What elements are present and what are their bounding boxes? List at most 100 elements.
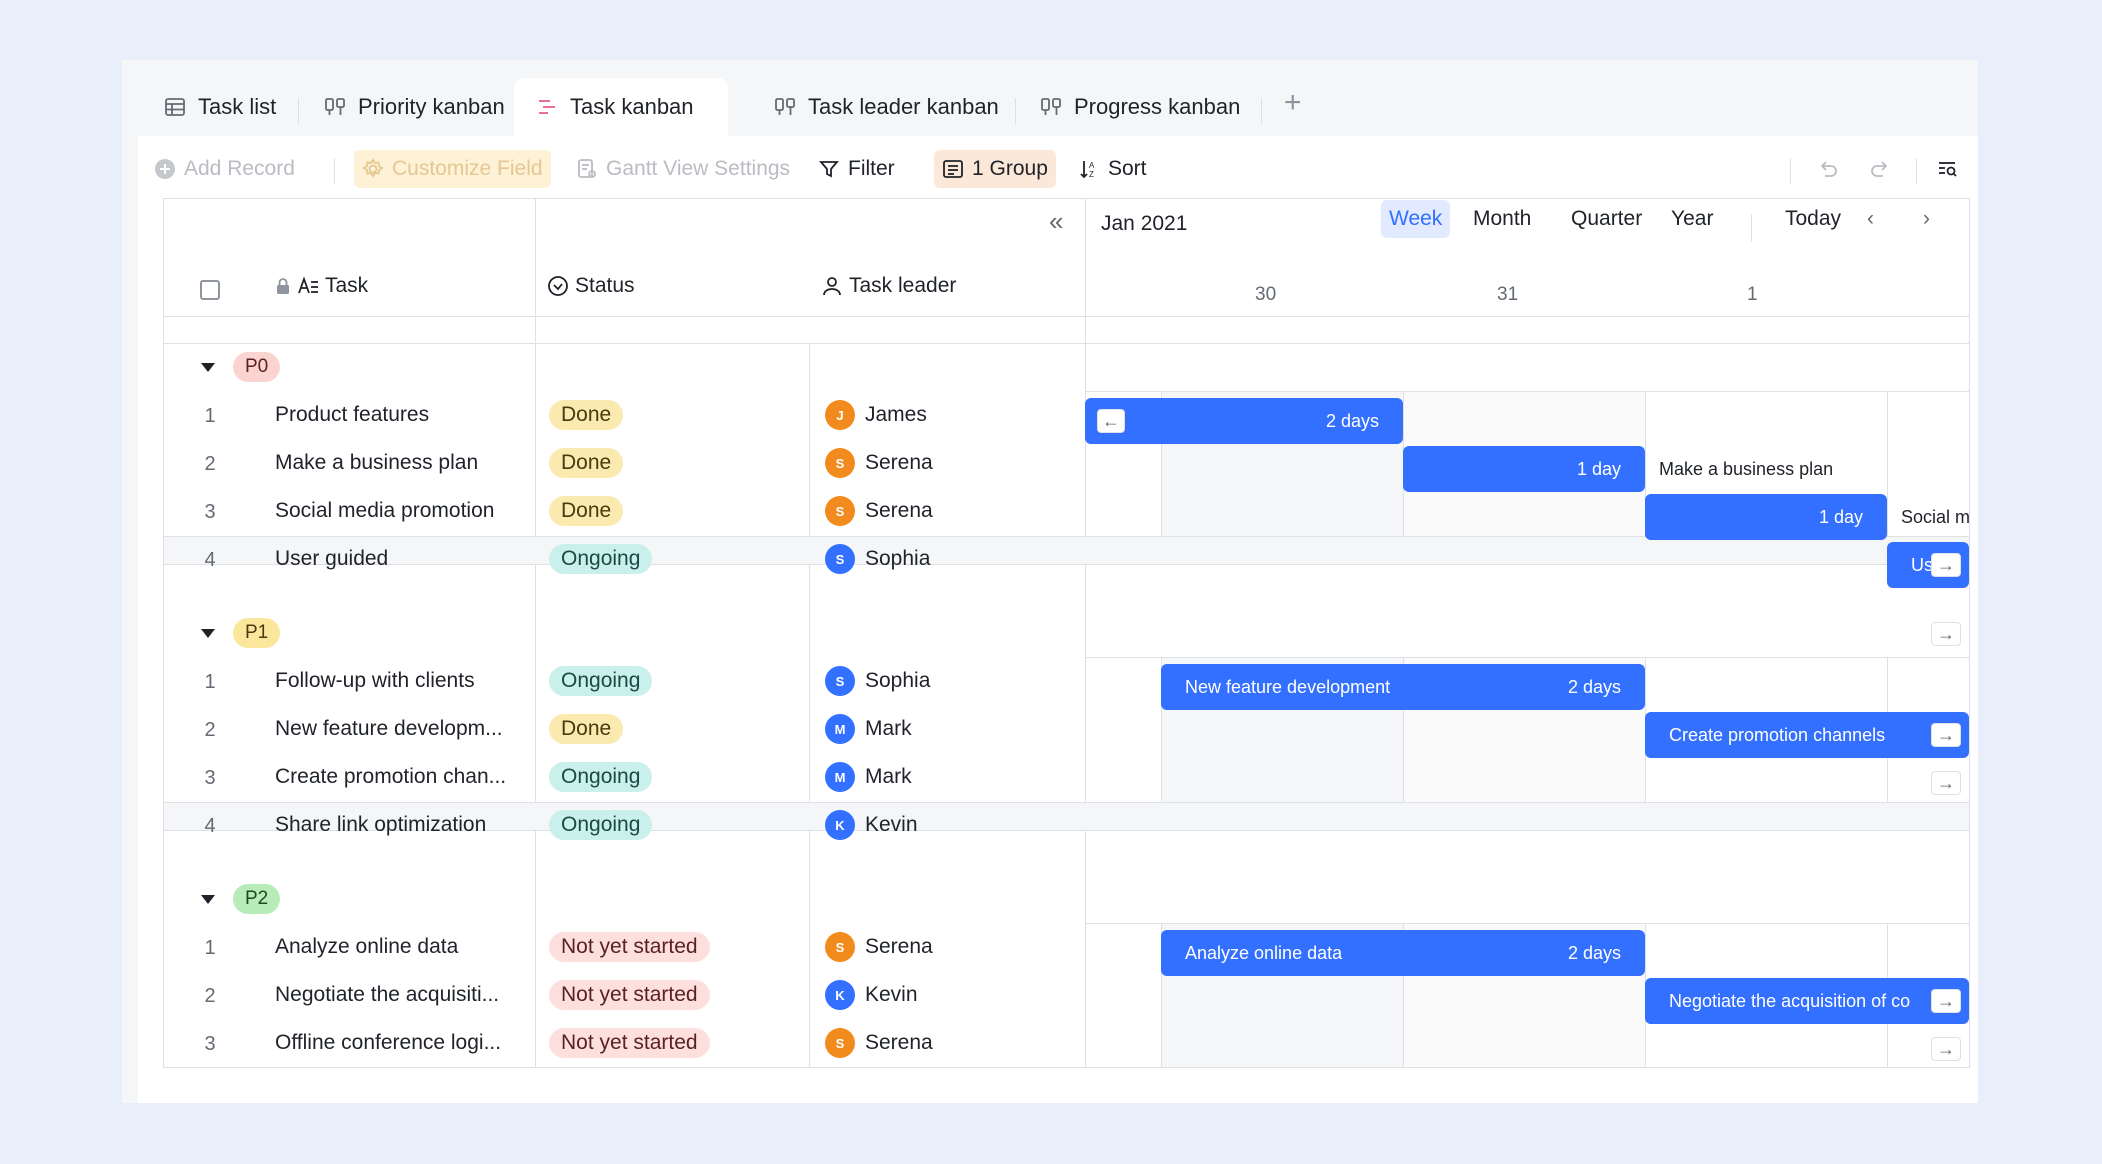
prev-period-button[interactable]: ‹ bbox=[1859, 200, 1882, 238]
gantt-bar-analyze-data[interactable]: Analyze online data 2 days bbox=[1161, 930, 1645, 976]
group-border bbox=[1085, 657, 1970, 658]
grid-border bbox=[1969, 198, 1970, 1068]
row-number: 3 bbox=[204, 767, 216, 789]
tab-priority-kanban[interactable]: Priority kanban bbox=[302, 78, 527, 136]
status-badge[interactable]: Ongoing bbox=[549, 810, 653, 840]
task-name[interactable]: Make a business plan bbox=[275, 451, 478, 475]
tab-task-leader-kanban[interactable]: Task leader kanban bbox=[752, 78, 1021, 136]
status-badge[interactable]: Not yet started bbox=[549, 932, 710, 962]
task-leader[interactable]: S Serena bbox=[825, 1028, 933, 1058]
status-badge[interactable]: Done bbox=[549, 496, 624, 526]
collapse-panel-button[interactable]: « bbox=[1049, 206, 1063, 237]
kanban-icon bbox=[325, 98, 345, 115]
status-badge[interactable]: Done bbox=[549, 714, 624, 744]
undo-button[interactable] bbox=[1808, 150, 1846, 188]
leader-name: Kevin bbox=[865, 813, 918, 836]
status-badge[interactable]: Done bbox=[549, 448, 624, 478]
row-number: 1 bbox=[204, 937, 216, 959]
task-name[interactable]: Social media promotion bbox=[275, 499, 494, 523]
group-button[interactable]: 1 Group bbox=[934, 150, 1056, 188]
task-leader[interactable]: S Sophia bbox=[825, 544, 930, 574]
arrow-right-icon[interactable]: → bbox=[1931, 771, 1961, 795]
task-name[interactable]: Analyze online data bbox=[275, 935, 458, 959]
leader-column-header[interactable]: Task leader bbox=[821, 274, 956, 298]
gear-icon bbox=[362, 158, 384, 178]
row-number: 4 bbox=[204, 549, 216, 571]
view-year-button[interactable]: Year bbox=[1663, 200, 1721, 238]
status-badge[interactable]: Ongoing bbox=[549, 762, 653, 792]
task-leader[interactable]: S Serena bbox=[825, 496, 933, 526]
status-badge[interactable]: Ongoing bbox=[549, 544, 653, 574]
view-week-button[interactable]: Week bbox=[1381, 200, 1451, 238]
gantt-view-settings-button[interactable]: Gantt View Settings bbox=[568, 150, 798, 188]
status-badge[interactable]: Not yet started bbox=[549, 1028, 710, 1058]
task-leader[interactable]: M Mark bbox=[825, 762, 912, 792]
task-leader[interactable]: M Mark bbox=[825, 714, 912, 744]
task-name[interactable]: User guided bbox=[275, 547, 388, 571]
task-leader[interactable]: S Sophia bbox=[825, 666, 930, 696]
gantt-bar-new-feature[interactable]: New feature development 2 days bbox=[1161, 664, 1645, 710]
leader-name: Serena bbox=[865, 935, 933, 958]
redo-button[interactable] bbox=[1862, 150, 1900, 188]
tab-task-list[interactable]: Task list bbox=[142, 78, 298, 136]
status-badge[interactable]: Ongoing bbox=[549, 666, 653, 696]
status-badge[interactable]: Done bbox=[549, 400, 624, 430]
gantt-bar-business-plan[interactable]: 1 day bbox=[1403, 446, 1645, 492]
task-name[interactable]: Create promotion chan... bbox=[275, 765, 506, 789]
arrow-right-icon[interactable]: → bbox=[1931, 723, 1961, 747]
avatar: S bbox=[825, 666, 855, 696]
group-collapse-caret-icon[interactable] bbox=[201, 895, 215, 904]
gantt-bar-social-media[interactable]: 1 day bbox=[1645, 494, 1887, 540]
group-collapse-caret-icon[interactable] bbox=[201, 363, 215, 372]
task-leader[interactable]: K Kevin bbox=[825, 810, 918, 840]
group-collapse-caret-icon[interactable] bbox=[201, 629, 215, 638]
leader-name: James bbox=[865, 403, 927, 426]
task-column-header[interactable]: Task bbox=[275, 274, 368, 298]
plus-circle-icon bbox=[155, 159, 175, 179]
tab-progress-kanban[interactable]: Progress kanban bbox=[1018, 78, 1262, 136]
arrow-right-icon[interactable]: → bbox=[1931, 553, 1961, 577]
redo-icon bbox=[1871, 161, 1888, 177]
select-all-checkbox[interactable] bbox=[200, 280, 220, 300]
undo-icon bbox=[1820, 161, 1837, 177]
toolbar: Add Record Customize Field Gantt View Se… bbox=[138, 136, 1978, 202]
add-record-button[interactable]: Add Record bbox=[146, 150, 303, 188]
task-name[interactable]: Product features bbox=[275, 403, 429, 427]
date-label: 30 bbox=[1255, 284, 1277, 305]
task-name[interactable]: New feature developm... bbox=[275, 717, 503, 741]
task-leader[interactable]: S Serena bbox=[825, 932, 933, 962]
gantt-bar-product-features[interactable]: ← 2 days bbox=[1085, 398, 1403, 444]
view-quarter-button[interactable]: Quarter bbox=[1563, 200, 1650, 238]
task-column-label: Task bbox=[325, 274, 369, 297]
group-border bbox=[163, 564, 1970, 565]
next-period-button[interactable]: › bbox=[1915, 200, 1938, 238]
gantt-bar-negotiate[interactable]: Negotiate the acquisition of co bbox=[1645, 978, 1969, 1024]
search-records-button[interactable] bbox=[1928, 150, 1966, 188]
tab-task-kanban[interactable]: Task kanban bbox=[514, 78, 728, 136]
arrow-right-icon[interactable]: → bbox=[1931, 1037, 1961, 1061]
sort-button[interactable]: AZ Sort bbox=[1070, 150, 1155, 188]
task-leader[interactable]: J James bbox=[825, 400, 927, 430]
task-name[interactable]: Follow-up with clients bbox=[275, 669, 475, 693]
group-badge: P1 bbox=[233, 618, 281, 648]
task-name[interactable]: Share link optimization bbox=[275, 813, 486, 837]
customize-field-button[interactable]: Customize Field bbox=[354, 150, 551, 188]
task-leader[interactable]: S Serena bbox=[825, 448, 933, 478]
view-month-button[interactable]: Month bbox=[1465, 200, 1539, 238]
status-column-header[interactable]: Status bbox=[547, 274, 635, 298]
gantt-bar-promotion-channels[interactable]: Create promotion channels bbox=[1645, 712, 1969, 758]
kanban-icon bbox=[775, 98, 795, 115]
filter-button[interactable]: Filter bbox=[810, 150, 903, 188]
arrow-left-icon[interactable]: ← bbox=[1097, 409, 1125, 433]
status-badge[interactable]: Not yet started bbox=[549, 980, 710, 1010]
add-view-button[interactable]: + bbox=[1284, 88, 1302, 118]
arrow-right-icon[interactable]: → bbox=[1931, 622, 1961, 646]
today-button[interactable]: Today bbox=[1777, 200, 1849, 238]
task-name[interactable]: Offline conference logi... bbox=[275, 1031, 501, 1055]
arrow-right-icon[interactable]: → bbox=[1931, 989, 1961, 1013]
group-border bbox=[163, 1067, 1970, 1068]
task-leader[interactable]: K Kevin bbox=[825, 980, 918, 1010]
grid-border bbox=[163, 316, 1970, 317]
bar-duration: 2 days bbox=[1567, 942, 1621, 963]
task-name[interactable]: Negotiate the acquisiti... bbox=[275, 983, 499, 1007]
